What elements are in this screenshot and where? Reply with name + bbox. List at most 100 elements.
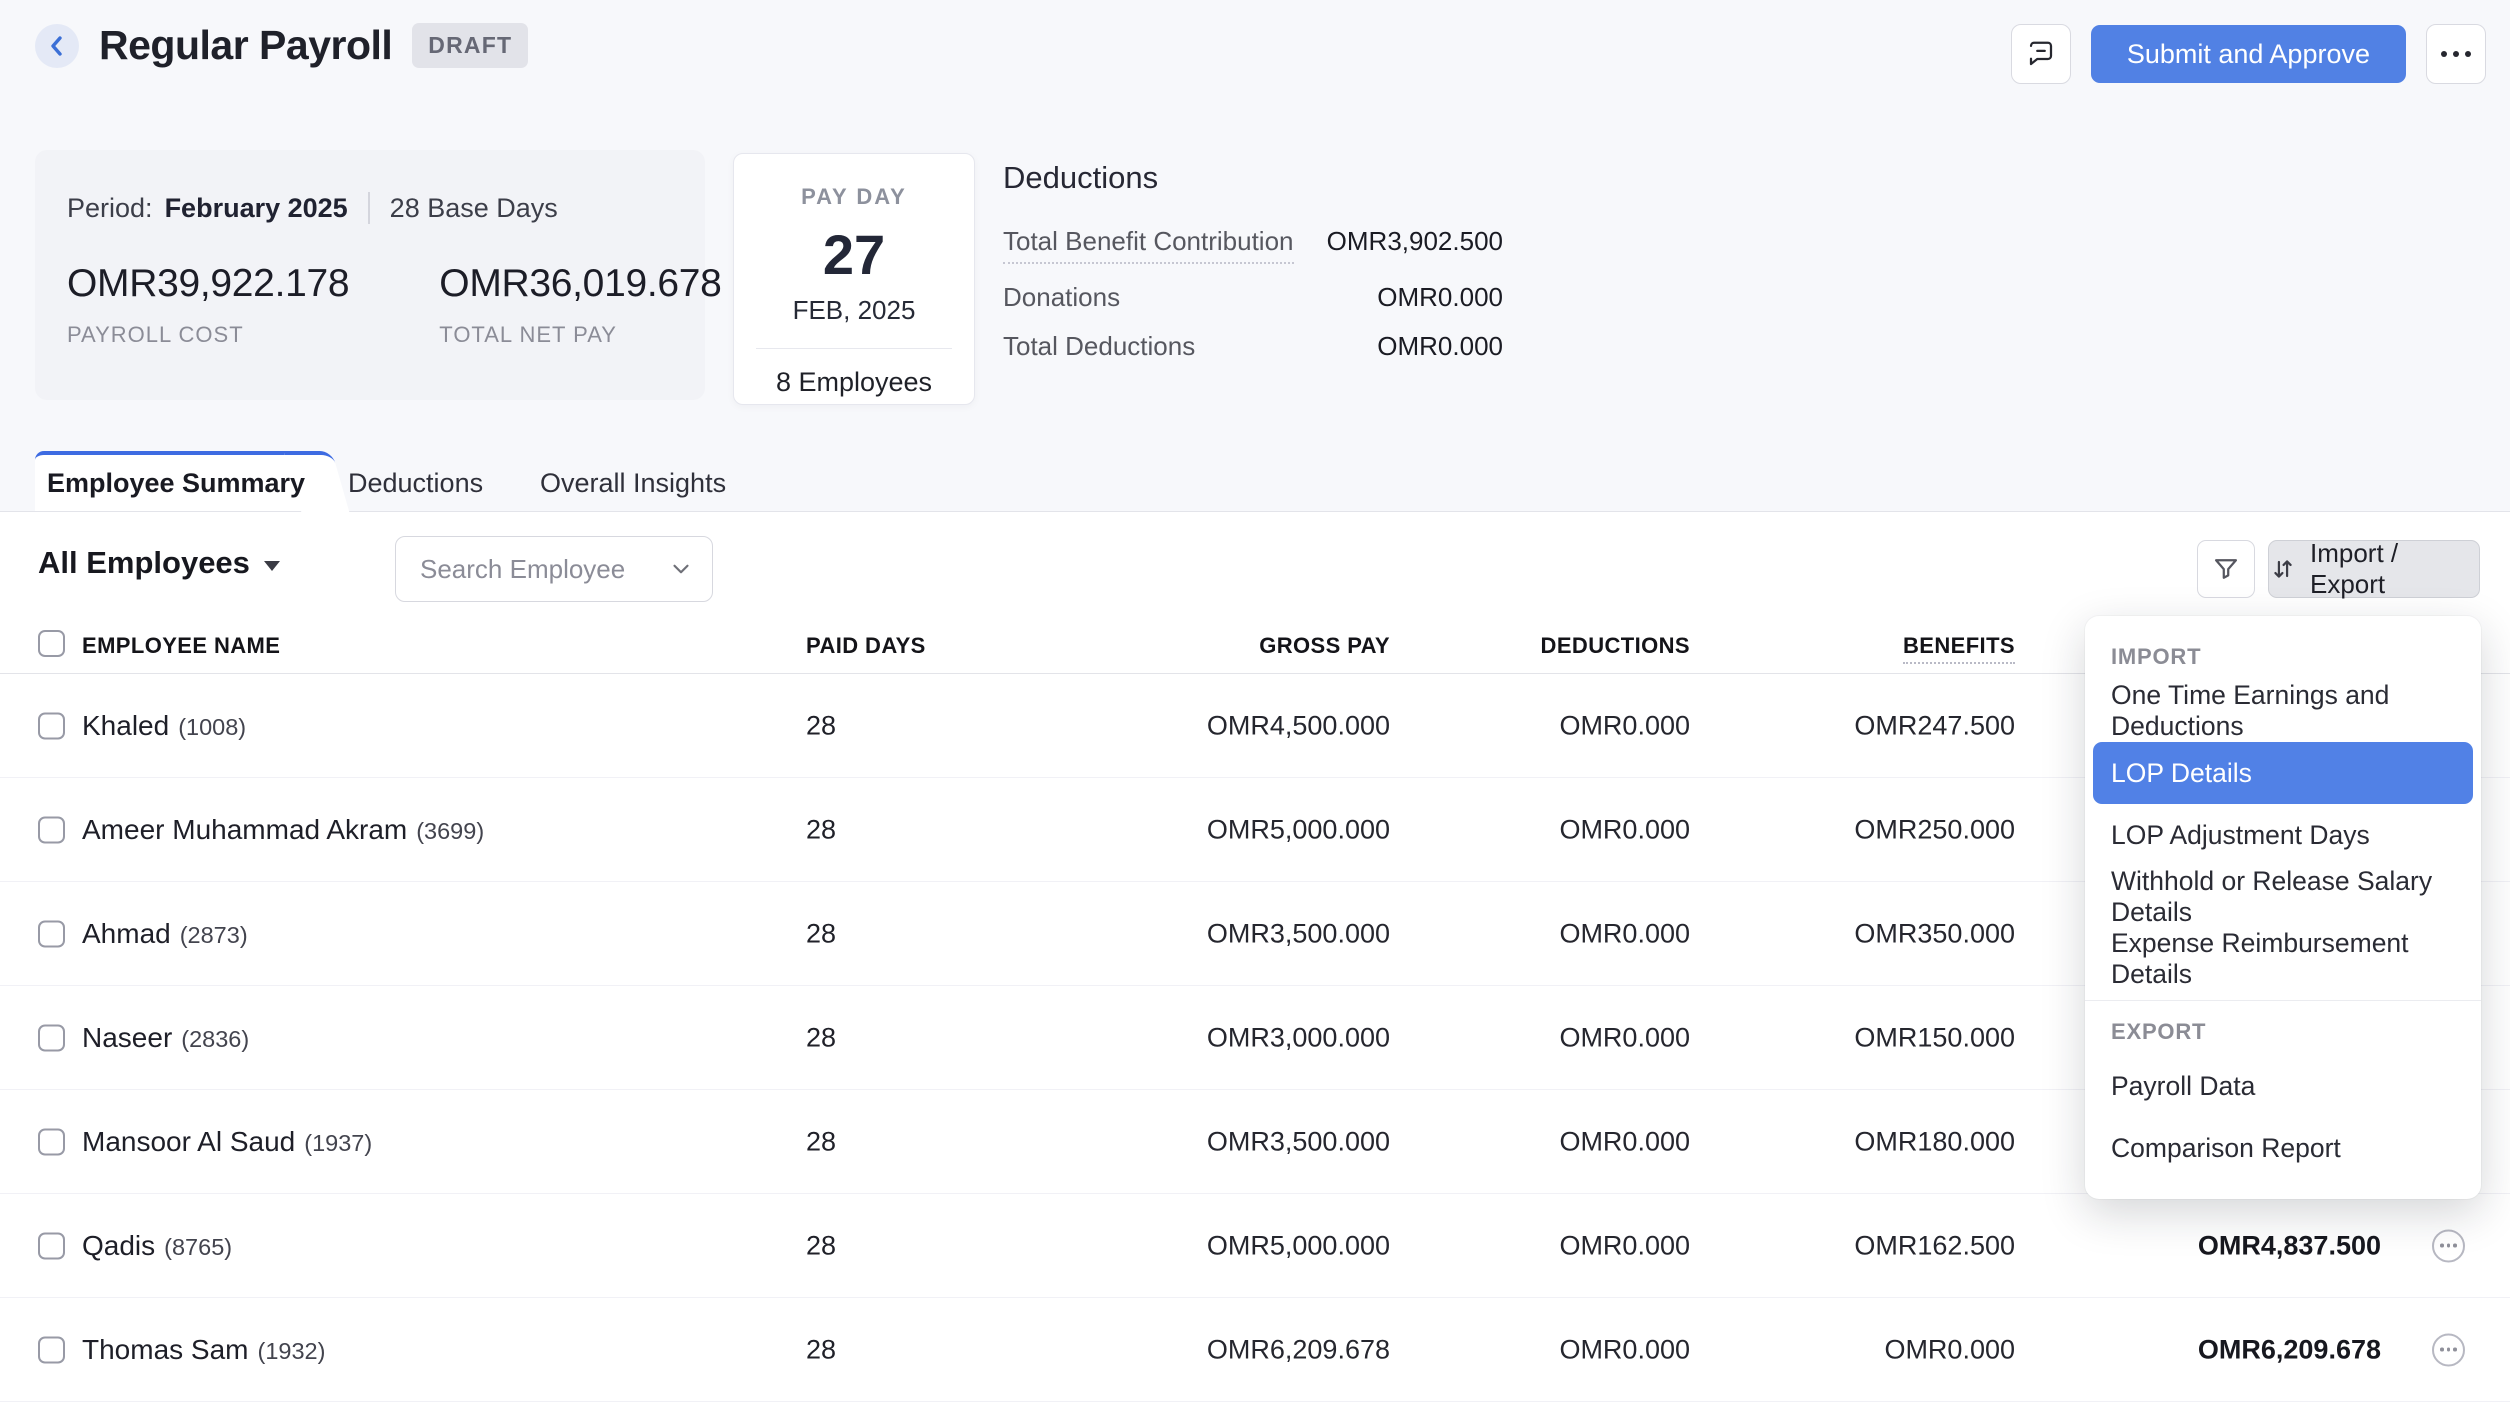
export-menu-item[interactable]: Payroll Data [2085, 1055, 2481, 1117]
employee-name-cell: Khaled (1008) [82, 710, 246, 742]
row-checkbox[interactable] [38, 1128, 65, 1155]
row-checkbox[interactable] [38, 1336, 65, 1363]
column-employee-name: EMPLOYEE NAME [82, 633, 280, 659]
deduction-value: OMR0.000 [1377, 331, 1503, 362]
benefits-cell: OMR180.000 [1775, 1126, 2015, 1157]
export-menu-item[interactable]: Comparison Report [2085, 1117, 2481, 1179]
row-menu-button[interactable] [2432, 1333, 2465, 1366]
employee-id: (1937) [304, 1130, 372, 1156]
back-chevron-icon [47, 34, 67, 58]
tab-deductions[interactable]: Deductions [348, 455, 483, 511]
employee-name: Thomas Sam [82, 1334, 249, 1365]
paid-days-cell: 28 [806, 814, 836, 845]
page-title: Regular Payroll [99, 22, 392, 69]
row-checkbox[interactable] [38, 920, 65, 947]
row-checkbox[interactable] [38, 816, 65, 843]
deductions-cell: OMR0.000 [1450, 710, 1690, 741]
import-menu-item[interactable]: Withhold or Release Salary Details [2085, 866, 2481, 928]
employee-id: (2836) [181, 1026, 249, 1052]
import-section-label: IMPORT [2085, 628, 2481, 680]
gross-pay-cell: OMR3,500.000 [1150, 918, 1390, 949]
row-menu-button[interactable] [2432, 1229, 2465, 1262]
employee-filter-dropdown[interactable]: All Employees [38, 545, 280, 581]
table-row: Thomas Sam(1932) 28 OMR6,209.678 OMR0.00… [0, 1298, 2510, 1402]
submit-and-approve-button[interactable]: Submit and Approve [2091, 25, 2406, 83]
filter-icon [2212, 555, 2240, 583]
gross-pay-cell: OMR6,209.678 [1150, 1334, 1390, 1365]
more-button[interactable] [2426, 24, 2486, 84]
gross-pay-cell: OMR5,000.000 [1150, 814, 1390, 845]
employee-name: Qadis [82, 1230, 155, 1261]
deduction-label: Donations [1003, 282, 1120, 313]
employee-name-cell: Naseer(2836) [82, 1022, 249, 1054]
period-value: February 2025 [165, 193, 348, 224]
deductions-cell: OMR0.000 [1450, 1022, 1690, 1053]
payroll-cost-block: OMR39,922.178 PAYROLL COST [67, 262, 349, 348]
benefits-cell: OMR162.500 [1775, 1230, 2015, 1261]
comments-button[interactable] [2011, 24, 2071, 84]
filter-button[interactable] [2197, 540, 2255, 598]
employee-id: (1008) [178, 714, 246, 740]
summary-amounts: OMR39,922.178 PAYROLL COST OMR36,019.678… [67, 262, 722, 348]
deduction-label: Total Benefit Contribution [1003, 226, 1294, 264]
search-employee-input[interactable] [418, 553, 668, 586]
row-menu-icon [2440, 1348, 2457, 1352]
status-badge: DRAFT [412, 23, 528, 68]
gross-pay-cell: OMR3,000.000 [1150, 1022, 1390, 1053]
gross-pay-cell: OMR4,500.000 [1150, 710, 1390, 741]
deductions-summary-row: Total Benefit Contribution OMR3,902.500 [1003, 226, 1503, 264]
deductions-summary-row: Total Deductions OMR0.000 [1003, 331, 1503, 362]
dropdown-caret-icon [264, 561, 280, 571]
benefits-cell: OMR0.000 [1775, 1334, 2015, 1365]
deduction-label: Total Deductions [1003, 331, 1195, 362]
deductions-cell: OMR0.000 [1450, 918, 1690, 949]
row-checkbox[interactable] [38, 1024, 65, 1051]
column-benefits[interactable]: BENEFITS [1775, 633, 2015, 659]
employee-name-cell: Ahmad(2873) [82, 918, 248, 950]
paid-days-cell: 28 [806, 1126, 836, 1157]
import-menu-item[interactable]: One Time Earnings and Deductions [2085, 680, 2481, 742]
row-checkbox[interactable] [38, 1232, 65, 1259]
import-menu-item[interactable]: LOP Details [2093, 742, 2473, 804]
row-checkbox[interactable] [38, 712, 65, 739]
paid-days-cell: 28 [806, 1334, 836, 1365]
payday-divider [756, 348, 952, 349]
deductions-cell: OMR0.000 [1450, 1126, 1690, 1157]
period-label: Period: [67, 193, 153, 224]
employee-name: Mansoor Al Saud [82, 1126, 295, 1157]
payroll-page: Regular Payroll DRAFT Submit and Approve… [0, 0, 2510, 1420]
deductions-summary: Deductions Total Benefit Contribution OM… [1003, 160, 1503, 362]
deductions-heading: Deductions [1003, 160, 1503, 196]
employee-id: (8765) [164, 1234, 232, 1260]
import-export-button[interactable]: Import / Export [2268, 540, 2480, 598]
deductions-cell: OMR0.000 [1450, 1334, 1690, 1365]
employee-search-combobox[interactable] [395, 536, 713, 602]
paid-days-cell: 28 [806, 710, 836, 741]
export-section-label: EXPORT [2085, 1003, 2481, 1055]
employee-name: Khaled [82, 710, 169, 741]
back-button[interactable] [35, 24, 79, 68]
period-line: Period: February 2025 28 Base Days [67, 192, 558, 224]
gross-pay-cell: OMR3,500.000 [1150, 1126, 1390, 1157]
paid-days-cell: 28 [806, 1022, 836, 1053]
more-icon [2441, 51, 2471, 57]
net-pay-cell: OMR6,209.678 [2141, 1334, 2381, 1365]
tab-overall-insights[interactable]: Overall Insights [540, 455, 726, 511]
paid-days-cell: 28 [806, 918, 836, 949]
import-menu-item[interactable]: Expense Reimbursement Details [2085, 928, 2481, 990]
period-summary-card: Period: February 2025 28 Base Days OMR39… [35, 150, 705, 400]
import-export-menu: IMPORT One Time Earnings and DeductionsL… [2085, 616, 2481, 1199]
period-separator [368, 192, 370, 224]
payday-card: PAY DAY 27 FEB, 2025 8 Employees [733, 153, 975, 405]
menu-divider [2085, 1000, 2481, 1001]
employee-name-cell: Qadis (8765) [82, 1230, 232, 1262]
tab-employee-summary[interactable]: Employee Summary [35, 451, 317, 511]
row-menu-icon [2440, 1244, 2457, 1248]
chevron-down-icon [668, 556, 694, 582]
import-menu-item[interactable]: LOP Adjustment Days [2085, 804, 2481, 866]
select-all-checkbox[interactable] [38, 630, 65, 657]
employee-name-cell: Mansoor Al Saud (1937) [82, 1126, 372, 1158]
payday-label: PAY DAY [734, 184, 974, 210]
total-net-pay-value: OMR36,019.678 [439, 262, 721, 306]
employee-name: Ameer Muhammad Akram [82, 814, 407, 845]
